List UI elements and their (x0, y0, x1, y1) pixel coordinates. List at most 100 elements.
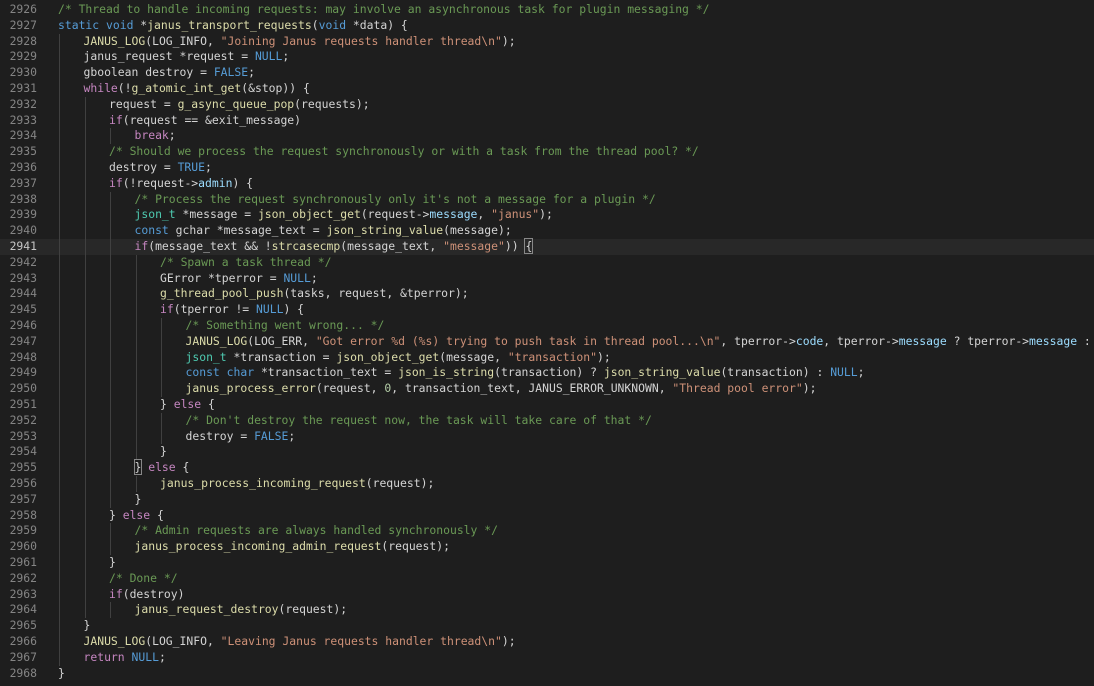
code-token: (&stop)) { (241, 81, 310, 95)
code-line[interactable]: 2926 /* Thread to handle incoming request… (0, 2, 1094, 18)
code-line[interactable]: 2948 json_t *transaction = json_object_ge… (0, 349, 1094, 366)
code-line[interactable]: 2938 /* Process the request synchronously… (0, 191, 1094, 208)
code-line[interactable]: 2932 request = g_async_queue_pop(requests… (0, 96, 1094, 113)
indent-guide (59, 96, 60, 113)
code-line[interactable]: 2962 /* Done */ (0, 570, 1094, 587)
code-token: NULL (131, 649, 159, 664)
indent-guide (161, 349, 162, 366)
line-number: 2957 (9, 491, 37, 506)
code-token: (tperror != (173, 302, 257, 317)
code-line[interactable]: 2944 g_thread_pool_push(tasks, request, &… (0, 286, 1094, 303)
indent-guide (161, 318, 162, 334)
code-token: : (1083, 333, 1091, 348)
indent-guide (135, 381, 137, 397)
code-token: { (175, 460, 190, 475)
code-token: "message" (443, 239, 505, 253)
indent-guide (84, 555, 86, 571)
code-line[interactable]: 2949 const char *transaction_text = json_… (0, 365, 1094, 382)
code-token: char (226, 365, 255, 380)
indent-guide (84, 223, 86, 239)
code-line[interactable]: 2963 if(destroy) (0, 586, 1094, 603)
code-token: (tasks, request, &tperror); (283, 286, 469, 301)
code-line[interactable]: 2931 while(!g_atomic_int_get(&stop)) { (0, 81, 1094, 97)
indent-guide (135, 254, 137, 271)
code-token: ; (205, 160, 212, 174)
code-text: destroy = FALSE; (186, 429, 296, 445)
indent-guide (84, 523, 86, 540)
code-token: g_thread_pool_push (160, 286, 284, 301)
code-token: } (109, 555, 116, 569)
code-token: void (106, 17, 134, 32)
code-token: (request-> (360, 207, 430, 222)
code-line[interactable]: 2943 GError *tperror = NULL; (0, 270, 1094, 287)
line-number: 2935 (9, 144, 37, 159)
code-line[interactable]: 2950 janus_process_error(request, 0, tran… (0, 381, 1094, 397)
indent-guide (110, 365, 111, 382)
code-token: if (160, 302, 174, 317)
code-line[interactable]: 2967 return NULL; (0, 649, 1094, 666)
code-token: (LOG_INFO, (145, 634, 221, 648)
code-line[interactable]: 2959 /* Admin requests are always handled… (0, 523, 1094, 540)
code-line[interactable]: 2936 destroy = TRUE; (0, 160, 1094, 176)
code-line[interactable]: 2945 if(tperror != NULL) { (0, 302, 1094, 318)
indent-guide (84, 318, 86, 334)
code-line[interactable]: 2955} else { (0, 459, 1094, 476)
code-line[interactable]: 2960 janus_process_incoming_admin_request… (0, 539, 1094, 555)
code-token: message (898, 333, 947, 348)
code-line[interactable]: 2934 break; (0, 128, 1094, 145)
code-line[interactable]: 2968} (0, 666, 1094, 682)
indent-guide (59, 570, 60, 587)
indent-guide (84, 586, 86, 603)
indent-guide (59, 491, 60, 508)
line-number: 2942 (9, 254, 37, 269)
code-line[interactable]: 2940 const gchar *message_text = json_str… (0, 223, 1094, 239)
code-line[interactable]: 2930 gboolean destroy = FALSE; (0, 65, 1094, 81)
code-line[interactable]: 2942 /* Spawn a task thread */ (0, 254, 1094, 271)
code-token: g_atomic_int_get (131, 81, 242, 95)
code-line[interactable]: 2929 janus_request *request = NULL; (0, 49, 1094, 66)
indent-guide (110, 128, 111, 145)
line-number: 2938 (9, 191, 37, 206)
code-line[interactable]: 2937 if(!request->admin) { (0, 175, 1094, 192)
code-line[interactable]: 2933 if(request == &exit_message) (0, 112, 1094, 129)
code-line[interactable]: 2956 janus_process_incoming_request(reque… (0, 476, 1094, 492)
code-text: while(!g_atomic_int_get(&stop)) { (84, 81, 310, 97)
code-line[interactable]: 2954} (0, 444, 1094, 461)
indent-guide (84, 602, 86, 619)
code-line[interactable]: 2947 JANUS_LOG(LOG_ERR, "Got error %d (%s… (0, 333, 1094, 350)
code-line[interactable]: 2965} (0, 618, 1094, 634)
code-line[interactable]: 2927 static void *janus_transport_request… (0, 18, 1094, 34)
code-line[interactable]: 2939 json_t *message = json_object_get(re… (0, 207, 1094, 224)
code-line[interactable]: 2951} else { (0, 397, 1094, 413)
code-text: janus_process_error(request, 0, transact… (186, 381, 817, 397)
code-line[interactable]: 2957} (0, 491, 1094, 508)
code-line[interactable]: 2964 janus_request_destroy(request); (0, 602, 1094, 619)
code-line[interactable]: 2935 /* Should we process the request syn… (0, 144, 1094, 160)
indent-guide (59, 428, 60, 445)
code-line[interactable]: 2941 if(message_text && !strcasecmp(messa… (0, 238, 1094, 255)
code-line[interactable]: 2928 JANUS_LOG(LOG_INFO, "Joining Janus r… (0, 33, 1094, 50)
indent-guide (59, 239, 60, 255)
code-line[interactable]: 2946 /* Something went wrong... */ (0, 318, 1094, 334)
indent-guide (110, 191, 111, 208)
indent-guide (59, 112, 60, 129)
code-editor[interactable]: 2926 /* Thread to handle incoming request… (0, 0, 1094, 686)
indent-guide (59, 444, 60, 461)
code-token: else (122, 507, 151, 522)
code-token: message (1029, 333, 1078, 348)
code-line[interactable]: 2952 /* Don't destroy the request now, th… (0, 412, 1094, 429)
indent-guide (84, 144, 86, 160)
code-token: NULL (283, 270, 311, 285)
code-token: } (109, 507, 123, 522)
code-token: FALSE (213, 65, 249, 80)
code-token: FALSE (254, 428, 289, 443)
code-token: const (185, 365, 220, 380)
line-number: 2947 (9, 333, 37, 348)
code-line[interactable]: 2966 JANUS_LOG(LOG_INFO, "Leaving Janus r… (0, 634, 1094, 650)
code-line[interactable]: 2953 destroy = FALSE; (0, 428, 1094, 445)
code-token: "Got error %d (%s) trying to push task i… (315, 333, 721, 348)
indent-guide (110, 333, 111, 350)
code-line[interactable]: 2958} else { (0, 507, 1094, 524)
code-line[interactable]: 2961} (0, 555, 1094, 571)
indent-guide (59, 270, 60, 287)
